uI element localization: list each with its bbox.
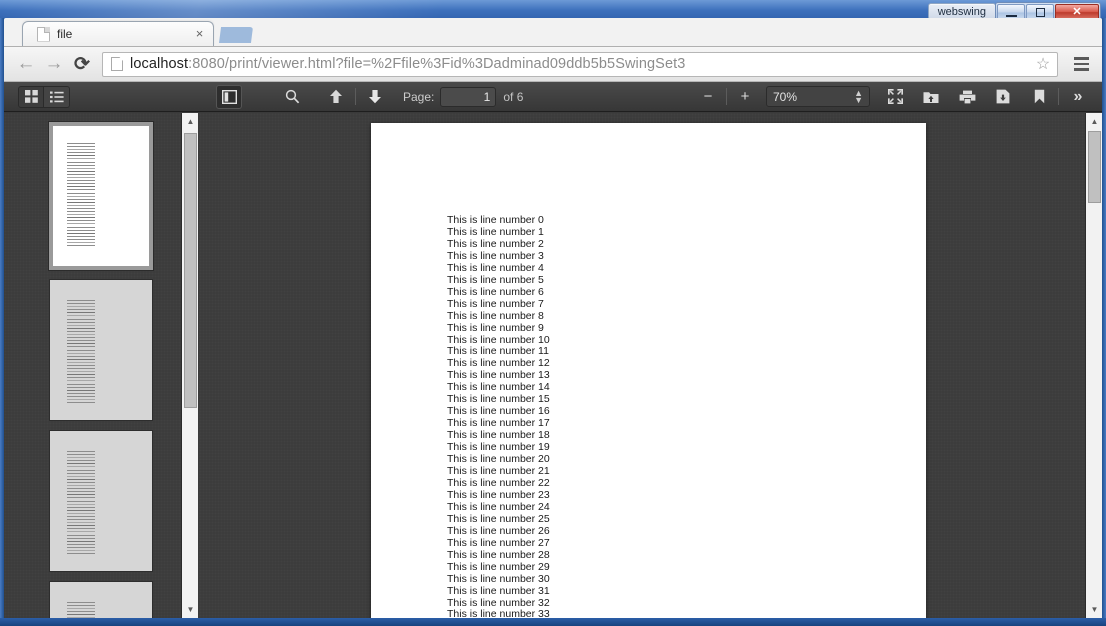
thumbnail-page-2[interactable] [49, 279, 153, 421]
print-icon[interactable] [953, 85, 981, 109]
tab-title: file [57, 27, 73, 41]
page-number-input[interactable] [440, 86, 497, 107]
sidebar-toggle-icon[interactable] [216, 84, 242, 109]
window-bottom-border [0, 618, 1106, 626]
thumbnail-lines [67, 602, 95, 618]
pdf-toolbar: Page: of 6 − + 70% ▲▼ [4, 82, 1102, 112]
thumbnail-sidebar: ▲ ▼ [4, 113, 198, 618]
zoom-in-button[interactable]: + [732, 85, 758, 109]
thumbnail-lines [67, 300, 95, 405]
page-content-area: This is line number 0 This is line numbe… [199, 113, 1085, 618]
search-icon[interactable] [278, 85, 306, 109]
download-icon[interactable] [989, 85, 1017, 109]
zoom-level-value: 70% [773, 89, 798, 104]
thumbnail-list [4, 113, 198, 618]
back-icon[interactable]: ← [12, 50, 40, 78]
tab-strip: file × [4, 18, 1102, 46]
pdf-viewer: Page: of 6 − + 70% ▲▼ [4, 82, 1102, 618]
viewer-panes: ▲ ▼ This is line number 0 This is line n… [4, 113, 1102, 618]
close-icon[interactable]: × [192, 26, 207, 42]
zoom-controls: − + 70% ▲ ▼ [695, 85, 870, 109]
page-icon [37, 26, 50, 42]
browser-window: webswing ✕ file × ← → ⟳ localhost:8080/p… [0, 0, 1106, 626]
sidebar-scrollbar-thumb[interactable] [184, 133, 197, 408]
previous-page-icon[interactable] [322, 85, 350, 109]
bookmark-icon[interactable] [1025, 85, 1053, 109]
address-bar[interactable]: localhost:8080/print/viewer.html?file=%2… [102, 51, 1058, 77]
sidebar-scrollbar[interactable]: ▲ ▼ [181, 113, 198, 618]
browser-tab-file[interactable]: file × [22, 21, 214, 46]
scroll-down-icon[interactable]: ▼ [1086, 601, 1102, 618]
scroll-up-icon[interactable]: ▲ [182, 113, 198, 130]
url-path: :8080/print/viewer.html?file=%2Ffile%3Fi… [188, 56, 686, 72]
zoom-level-select[interactable]: 70% ▲ ▼ [766, 86, 870, 107]
window-right-border [1102, 18, 1106, 626]
zoom-divider [726, 88, 727, 105]
page-security-icon [111, 57, 123, 71]
main-scrollbar[interactable]: ▲ ▼ [1085, 113, 1102, 618]
page-text: This is line number 0 This is line numbe… [447, 214, 550, 618]
toolbar-divider [355, 88, 356, 105]
page-label: Page: [403, 89, 435, 104]
scroll-up-icon[interactable]: ▲ [1086, 113, 1102, 130]
hamburger-menu-icon[interactable] [1068, 51, 1094, 77]
thumbnail-page-4[interactable] [49, 581, 153, 618]
pdf-toolbar-right: » [881, 85, 1092, 109]
navigation-bar: ← → ⟳ localhost:8080/print/viewer.html?f… [4, 46, 1102, 82]
bookmark-star-icon[interactable]: ☆ [1034, 56, 1052, 74]
open-file-icon[interactable] [917, 85, 945, 109]
thumbnail-lines [67, 451, 95, 556]
reload-icon[interactable]: ⟳ [68, 50, 96, 78]
browser-chrome: file × ← → ⟳ localhost:8080/print/viewer… [4, 18, 1102, 618]
more-tools-icon[interactable]: » [1064, 85, 1092, 109]
pdf-page-1: This is line number 0 This is line numbe… [371, 123, 926, 618]
zoom-out-button[interactable]: − [695, 85, 721, 109]
view-mode-group [18, 85, 70, 108]
list-view-icon[interactable] [44, 85, 70, 108]
address-bar-url: localhost:8080/print/viewer.html?file=%2… [130, 56, 685, 72]
scroll-down-icon[interactable]: ▼ [182, 601, 198, 618]
chevron-updown-icon: ▲ ▼ [854, 88, 863, 105]
main-scrollbar-thumb[interactable] [1088, 131, 1101, 203]
next-page-icon[interactable] [361, 85, 389, 109]
grid-view-icon[interactable] [18, 85, 44, 108]
right-divider [1058, 88, 1059, 105]
thumbnail-page-3[interactable] [49, 430, 153, 572]
url-host: localhost [130, 56, 189, 72]
pdf-toolbar-center: Page: of 6 − + 70% ▲▼ [216, 82, 870, 112]
page-total-label: of 6 [503, 89, 524, 104]
new-tab-button[interactable] [219, 27, 253, 43]
fullscreen-icon[interactable] [881, 85, 909, 109]
thumbnail-lines [67, 143, 95, 248]
thumbnail-page-1[interactable] [48, 121, 154, 271]
forward-icon[interactable]: → [40, 50, 68, 78]
